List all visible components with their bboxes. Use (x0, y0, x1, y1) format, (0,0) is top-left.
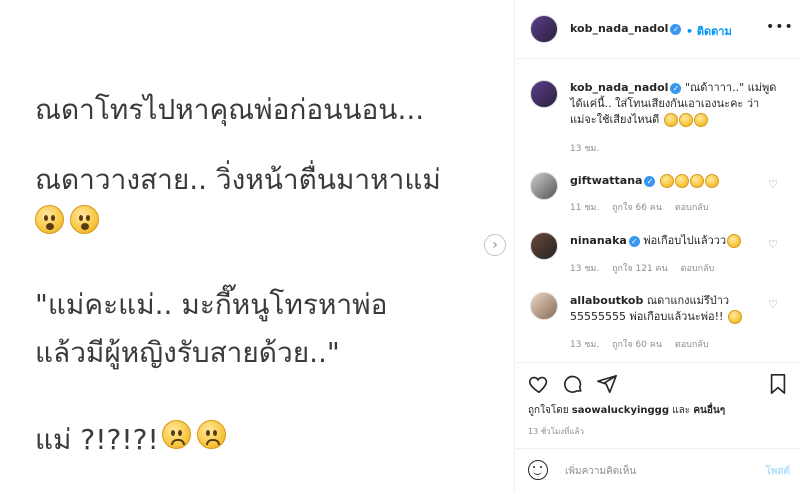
reply-button[interactable]: ตอบกลับ (675, 203, 709, 213)
liked-by-user[interactable]: saowaluckyinggg (572, 405, 669, 416)
comment: allaboutkob ณดาแกงแม่รึป่าว 55555555 พ่อ… (570, 293, 775, 325)
image-text-line: ณดาโทรไปหาคุณพ่อก่อนนอน... (35, 93, 425, 126)
share-icon[interactable] (596, 373, 618, 395)
reply-button[interactable]: ตอบกลับ (675, 340, 709, 350)
comment-likes[interactable]: ถูกใจ 121 คน (612, 264, 668, 274)
comment-time: 11 ชม. (570, 203, 600, 213)
astonished-emoji-icon (35, 205, 64, 234)
reply-button[interactable]: ตอบกลับ (681, 264, 715, 274)
avatar[interactable] (530, 232, 558, 260)
header-username[interactable]: kob_nada_nadol (570, 22, 668, 35)
heart-icon[interactable]: ♡ (768, 298, 778, 311)
avatar[interactable] (530, 172, 558, 200)
comment-time: 13 ชม. (570, 340, 600, 350)
verified-badge-icon: ✓ (644, 175, 656, 187)
grinning-emoji-icon (689, 174, 704, 188)
image-text-line: ณดาวางสาย.. วิ่งหน้าตื่นมาหาแม่ (35, 163, 441, 196)
post-image: ณดาโทรไปหาคุณพ่อก่อนนอน... ณดาวางสาย.. ว… (0, 0, 515, 492)
verified-badge-icon: ✓ (670, 23, 682, 35)
comment-username[interactable]: giftwattana (570, 174, 642, 187)
post-actions: ถูกใจโดย saowaluckyinggg และ คนอื่นๆ 13 … (516, 362, 800, 493)
comment: giftwattana ✓ (570, 173, 719, 189)
comment: ninanaka ✓ พ่อเกือบไปแล้ววว (570, 233, 742, 249)
emoji-picker-icon[interactable] (528, 460, 548, 480)
verified-badge-icon: ✓ (670, 82, 682, 94)
laughing-emoji-icon (727, 234, 742, 248)
emoji-row (162, 420, 226, 449)
avatar[interactable] (530, 80, 558, 108)
worried-emoji-icon (162, 420, 191, 449)
comment-likes[interactable]: ถูกใจ 60 คน (612, 340, 662, 350)
grinning-emoji-icon (659, 174, 674, 188)
laughing-emoji-icon (727, 310, 742, 324)
post-timestamp: 13 ชั่วโมงที่แล้ว (528, 427, 584, 436)
caption-username[interactable]: kob_nada_nadol (570, 81, 668, 94)
comment-input[interactable]: เพิ่มความคิดเห็น (565, 464, 636, 479)
more-options-icon[interactable]: ••• (766, 19, 794, 35)
liked-by-others[interactable]: คนอื่นๆ (693, 405, 725, 416)
follow-button[interactable]: ติดตาม (697, 25, 732, 38)
image-text-line: แล้วมีผู้หญิงรับสายด้วย.." (35, 336, 340, 369)
chevron-right-icon: › (492, 237, 498, 253)
comment-username[interactable]: ninanaka (570, 234, 627, 247)
bookmark-icon[interactable] (768, 373, 788, 395)
worried-emoji-icon (197, 420, 226, 449)
like-heart-icon[interactable] (528, 373, 550, 395)
avatar[interactable] (530, 292, 558, 320)
add-comment-row: เพิ่มความคิดเห็น โพสต์ (516, 448, 800, 494)
comment-bubble-icon[interactable] (562, 373, 584, 395)
emoji-row (35, 205, 99, 234)
post-sidebar: kob_nada_nadol ✓ • ติดตาม ••• kob_nada_na… (516, 0, 800, 492)
comment-likes[interactable]: ถูกใจ 66 คน (612, 203, 662, 213)
post-header: kob_nada_nadol ✓ • ติดตาม ••• (516, 0, 800, 59)
avatar[interactable] (530, 15, 558, 43)
heart-icon[interactable]: ♡ (768, 178, 778, 191)
laughing-emoji-icon (663, 113, 678, 127)
grinning-emoji-icon (704, 174, 719, 188)
heart-icon[interactable]: ♡ (768, 238, 778, 251)
caption-time: 13 ชม. (570, 144, 600, 154)
comment-username[interactable]: allaboutkob (570, 294, 643, 307)
laughing-emoji-icon (678, 113, 693, 127)
comment-time: 13 ชม. (570, 264, 600, 274)
separator-dot: • (686, 25, 694, 38)
verified-badge-icon: ✓ (628, 235, 640, 247)
laughing-emoji-icon (693, 113, 708, 127)
instagram-post-modal: ณดาโทรไปหาคุณพ่อก่อนนอน... ณดาวางสาย.. ว… (0, 0, 800, 492)
next-image-button[interactable]: › (484, 234, 506, 256)
caption: kob_nada_nadol ✓ "ณด้าาาา.." แม่พูด ได้แค… (570, 81, 777, 127)
post-comment-button[interactable]: โพสต์ (765, 464, 790, 479)
astonished-emoji-icon (70, 205, 99, 234)
image-text-line: "แม่คะแม่.. มะกี๊หนูโทรหาพ่อ (35, 288, 388, 321)
liked-by: ถูกใจโดย saowaluckyinggg และ คนอื่นๆ (528, 405, 726, 416)
image-text-line: แม่ ?!?!?! (35, 423, 159, 456)
grinning-emoji-icon (674, 174, 689, 188)
